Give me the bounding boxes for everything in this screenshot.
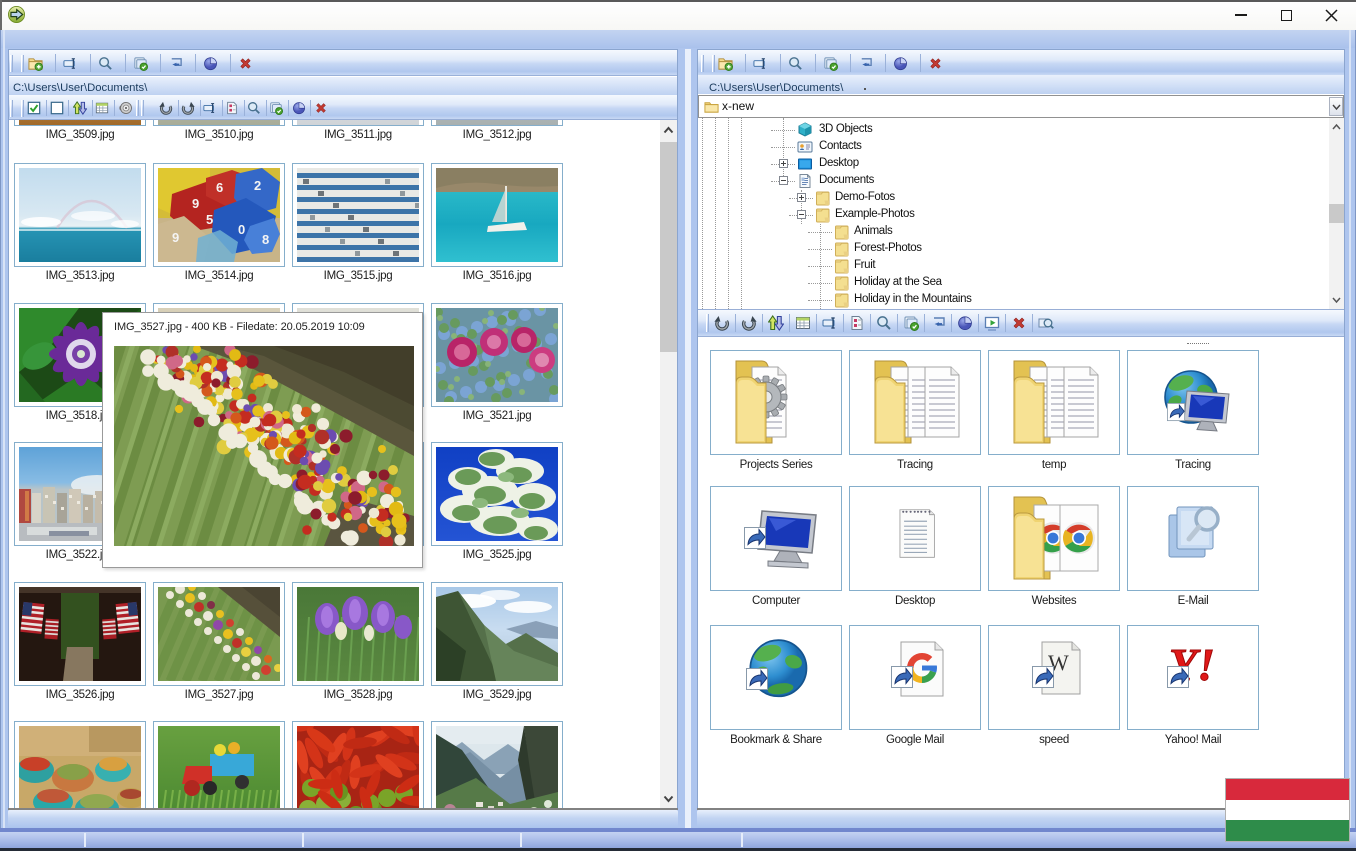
svg-text:9: 9	[172, 230, 179, 245]
svg-text:0: 0	[238, 222, 245, 237]
svg-text:5: 5	[206, 212, 213, 227]
svg-text:8: 8	[262, 232, 269, 247]
svg-text:9: 9	[192, 196, 199, 211]
svg-text:2: 2	[254, 178, 261, 193]
svg-text:6: 6	[216, 180, 223, 195]
